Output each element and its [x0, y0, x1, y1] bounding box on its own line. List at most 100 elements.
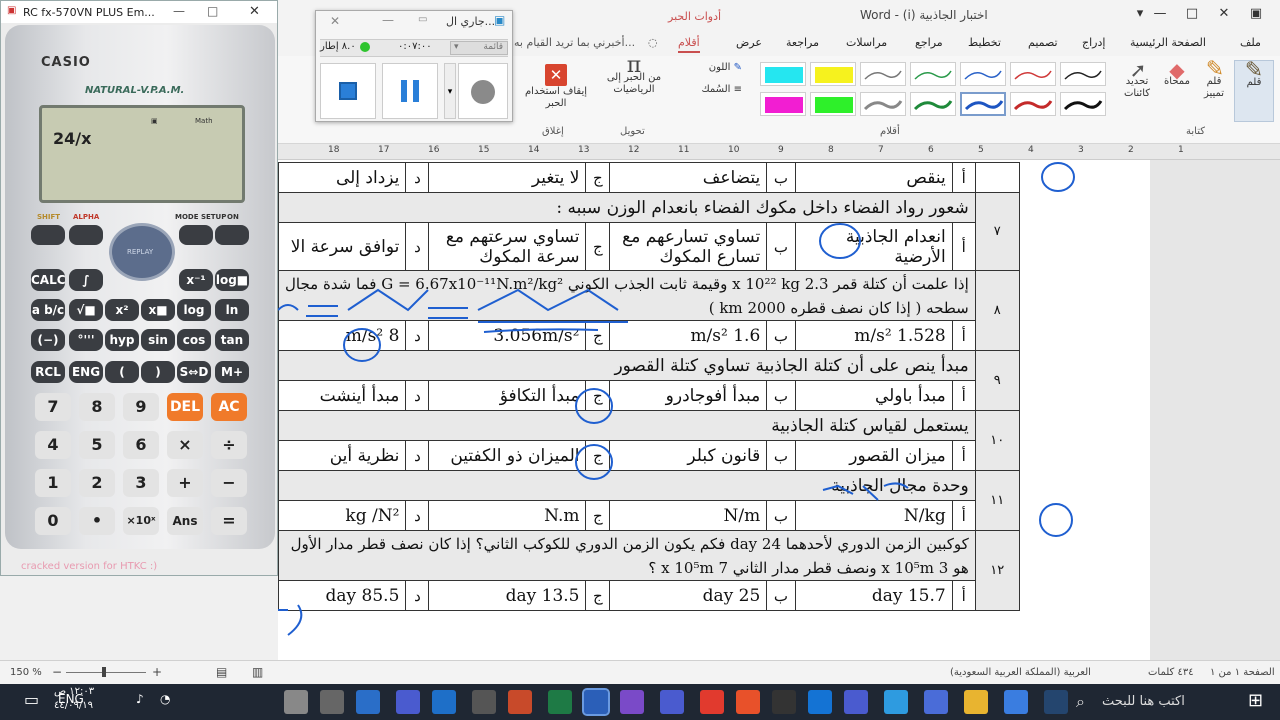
eraser-tool-button[interactable]: ◆ ممحاة — [1158, 60, 1196, 122]
pen-swatch-blue-thin[interactable] — [960, 62, 1006, 86]
print-layout-icon[interactable]: ▤ — [216, 665, 227, 679]
pen-swatch-black-thin[interactable] — [1060, 62, 1106, 86]
ln-key[interactable]: ln — [215, 299, 249, 321]
tab-mailings[interactable]: مراسلات — [846, 36, 887, 49]
language-indicator[interactable]: العربية (المملكة العربية السعودية) — [950, 667, 1091, 678]
read-mode-icon[interactable]: ▥ — [252, 665, 263, 679]
app-icon[interactable] — [736, 690, 760, 714]
mode-key[interactable] — [179, 225, 213, 245]
ribbon-options-icon[interactable]: ▾ — [1130, 6, 1150, 21]
pen-tool-button[interactable]: ✎ قلم — [1234, 60, 1274, 122]
zoom-out-icon[interactable]: − — [52, 665, 62, 679]
powerpoint-icon[interactable] — [508, 690, 532, 714]
recorder-window[interactable]: جاري ال... ▣ ✕ — ▭ ٨.٠ إطار ٠:٠٧:٠٠ قائم… — [315, 10, 513, 122]
pen-swatch-black-thick[interactable] — [1060, 92, 1106, 116]
on-key[interactable] — [215, 225, 249, 245]
youtube-icon[interactable] — [700, 690, 724, 714]
recorder-minimize-icon[interactable]: — — [382, 13, 394, 27]
outlook-icon[interactable] — [808, 690, 832, 714]
speaker-icon[interactable]: ♪ — [136, 692, 144, 706]
notification-icon[interactable]: ▭ — [24, 690, 39, 709]
stop-record-button[interactable] — [320, 63, 376, 119]
record-options-dropdown[interactable]: ▾ — [444, 63, 456, 119]
tab-layout[interactable]: تخطيط — [968, 36, 1001, 49]
pen-swatch-cyan[interactable] — [760, 62, 806, 86]
pen-swatch-gray-thin[interactable] — [860, 62, 906, 86]
ans-key[interactable]: Ans — [167, 507, 203, 535]
tab-references[interactable]: مراجع — [915, 36, 943, 49]
word-icon[interactable] — [582, 688, 610, 716]
power-key[interactable]: x■ — [141, 299, 175, 321]
log-key[interactable]: log — [177, 299, 211, 321]
sin-key[interactable]: sin — [141, 329, 175, 351]
clock-time[interactable]: ١٢:٠٣ ص — [54, 686, 94, 697]
plus-key[interactable]: + — [167, 469, 203, 497]
minus-key[interactable]: − — [211, 469, 247, 497]
key-4[interactable]: 4 — [35, 431, 71, 459]
pen-swatch-gray-thick[interactable] — [860, 92, 906, 116]
search-icon[interactable]: ⌕ — [1076, 692, 1085, 712]
key-0[interactable]: 0 — [35, 507, 71, 535]
key-5[interactable]: 5 — [79, 431, 115, 459]
ac-key[interactable]: AC — [211, 393, 247, 421]
calculator-window[interactable]: ▣ RC fx-570VN PLUS Em... — □ ✕ CASIO NAT… — [0, 0, 278, 576]
excel-icon[interactable] — [548, 690, 572, 714]
tab-design[interactable]: تصميم — [1028, 36, 1058, 49]
taskbar-search[interactable]: اكتب هنا للبحث — [1102, 694, 1185, 709]
zoom-slider-thumb[interactable] — [102, 667, 106, 677]
zoom-in-icon[interactable]: + — [152, 665, 162, 679]
exp-key[interactable]: ×10ˣ — [123, 507, 159, 535]
minimize-icon[interactable]: — — [1150, 6, 1170, 21]
recorder-close-icon[interactable]: ✕ — [330, 14, 340, 28]
maximize-icon[interactable]: □ — [1182, 6, 1202, 21]
m-plus-key[interactable]: M+ — [215, 361, 249, 383]
teams-icon[interactable] — [396, 690, 420, 714]
task-view-icon[interactable] — [1044, 690, 1068, 714]
equals-key[interactable]: = — [211, 507, 247, 535]
tab-review[interactable]: مراجعة — [786, 36, 819, 49]
app-icon[interactable] — [772, 690, 796, 714]
key-3[interactable]: 3 — [123, 469, 159, 497]
rcl-key[interactable]: RCL — [31, 361, 65, 383]
app-icon[interactable] — [924, 690, 948, 714]
teams-icon[interactable] — [660, 690, 684, 714]
fraction-key[interactable]: a b/c — [31, 299, 65, 321]
key-7[interactable]: 7 — [35, 393, 71, 421]
log-base-key[interactable]: log■ — [215, 269, 249, 291]
key-1[interactable]: 1 — [35, 469, 71, 497]
decimal-key[interactable]: • — [79, 507, 115, 535]
key-8[interactable]: 8 — [79, 393, 115, 421]
inverse-key[interactable]: x⁻¹ — [179, 269, 213, 291]
sqrt-key[interactable]: √■ — [69, 299, 103, 321]
tan-key[interactable]: tan — [215, 329, 249, 351]
tab-file[interactable]: ملف — [1240, 36, 1261, 49]
square-key[interactable]: x² — [105, 299, 139, 321]
pen-swatch-red-thin[interactable] — [1010, 62, 1056, 86]
close-paren-key[interactable]: ) — [141, 361, 175, 383]
open-paren-key[interactable]: ( — [105, 361, 139, 383]
app-icon[interactable] — [356, 690, 380, 714]
divide-key[interactable]: ÷ — [211, 431, 247, 459]
stop-inking-button[interactable]: ✕ إيقاف استخدام الحبر — [518, 60, 594, 122]
tab-view[interactable]: عرض — [736, 36, 762, 49]
app-icon[interactable] — [432, 690, 456, 714]
pen-swatch-yellow[interactable] — [810, 62, 856, 86]
eng-key[interactable]: ENG — [69, 361, 103, 383]
ink-to-math-button[interactable]: π من الحبر إلى الرياضيات — [598, 55, 670, 122]
hyp-key[interactable]: hyp — [105, 329, 139, 351]
tab-pens[interactable]: أقلام — [678, 36, 700, 53]
degree-key[interactable]: °''' — [69, 329, 103, 351]
thickness-dropdown[interactable]: السُمك ≡ — [686, 84, 742, 96]
edge-icon[interactable] — [1004, 690, 1028, 714]
key-2[interactable]: 2 — [79, 469, 115, 497]
zoom-slider[interactable] — [66, 672, 146, 673]
network-icon[interactable]: ◔ — [160, 692, 170, 706]
pen-swatch-green[interactable] — [810, 92, 856, 116]
key-6[interactable]: 6 — [123, 431, 159, 459]
teams-icon[interactable] — [844, 690, 868, 714]
calc-maximize-icon[interactable]: □ — [207, 4, 218, 18]
calc-minimize-icon[interactable]: — — [173, 4, 185, 18]
pen-swatch-magenta[interactable] — [760, 92, 806, 116]
integral-key[interactable]: ∫ — [69, 269, 103, 291]
calc-close-icon[interactable]: ✕ — [249, 4, 260, 19]
